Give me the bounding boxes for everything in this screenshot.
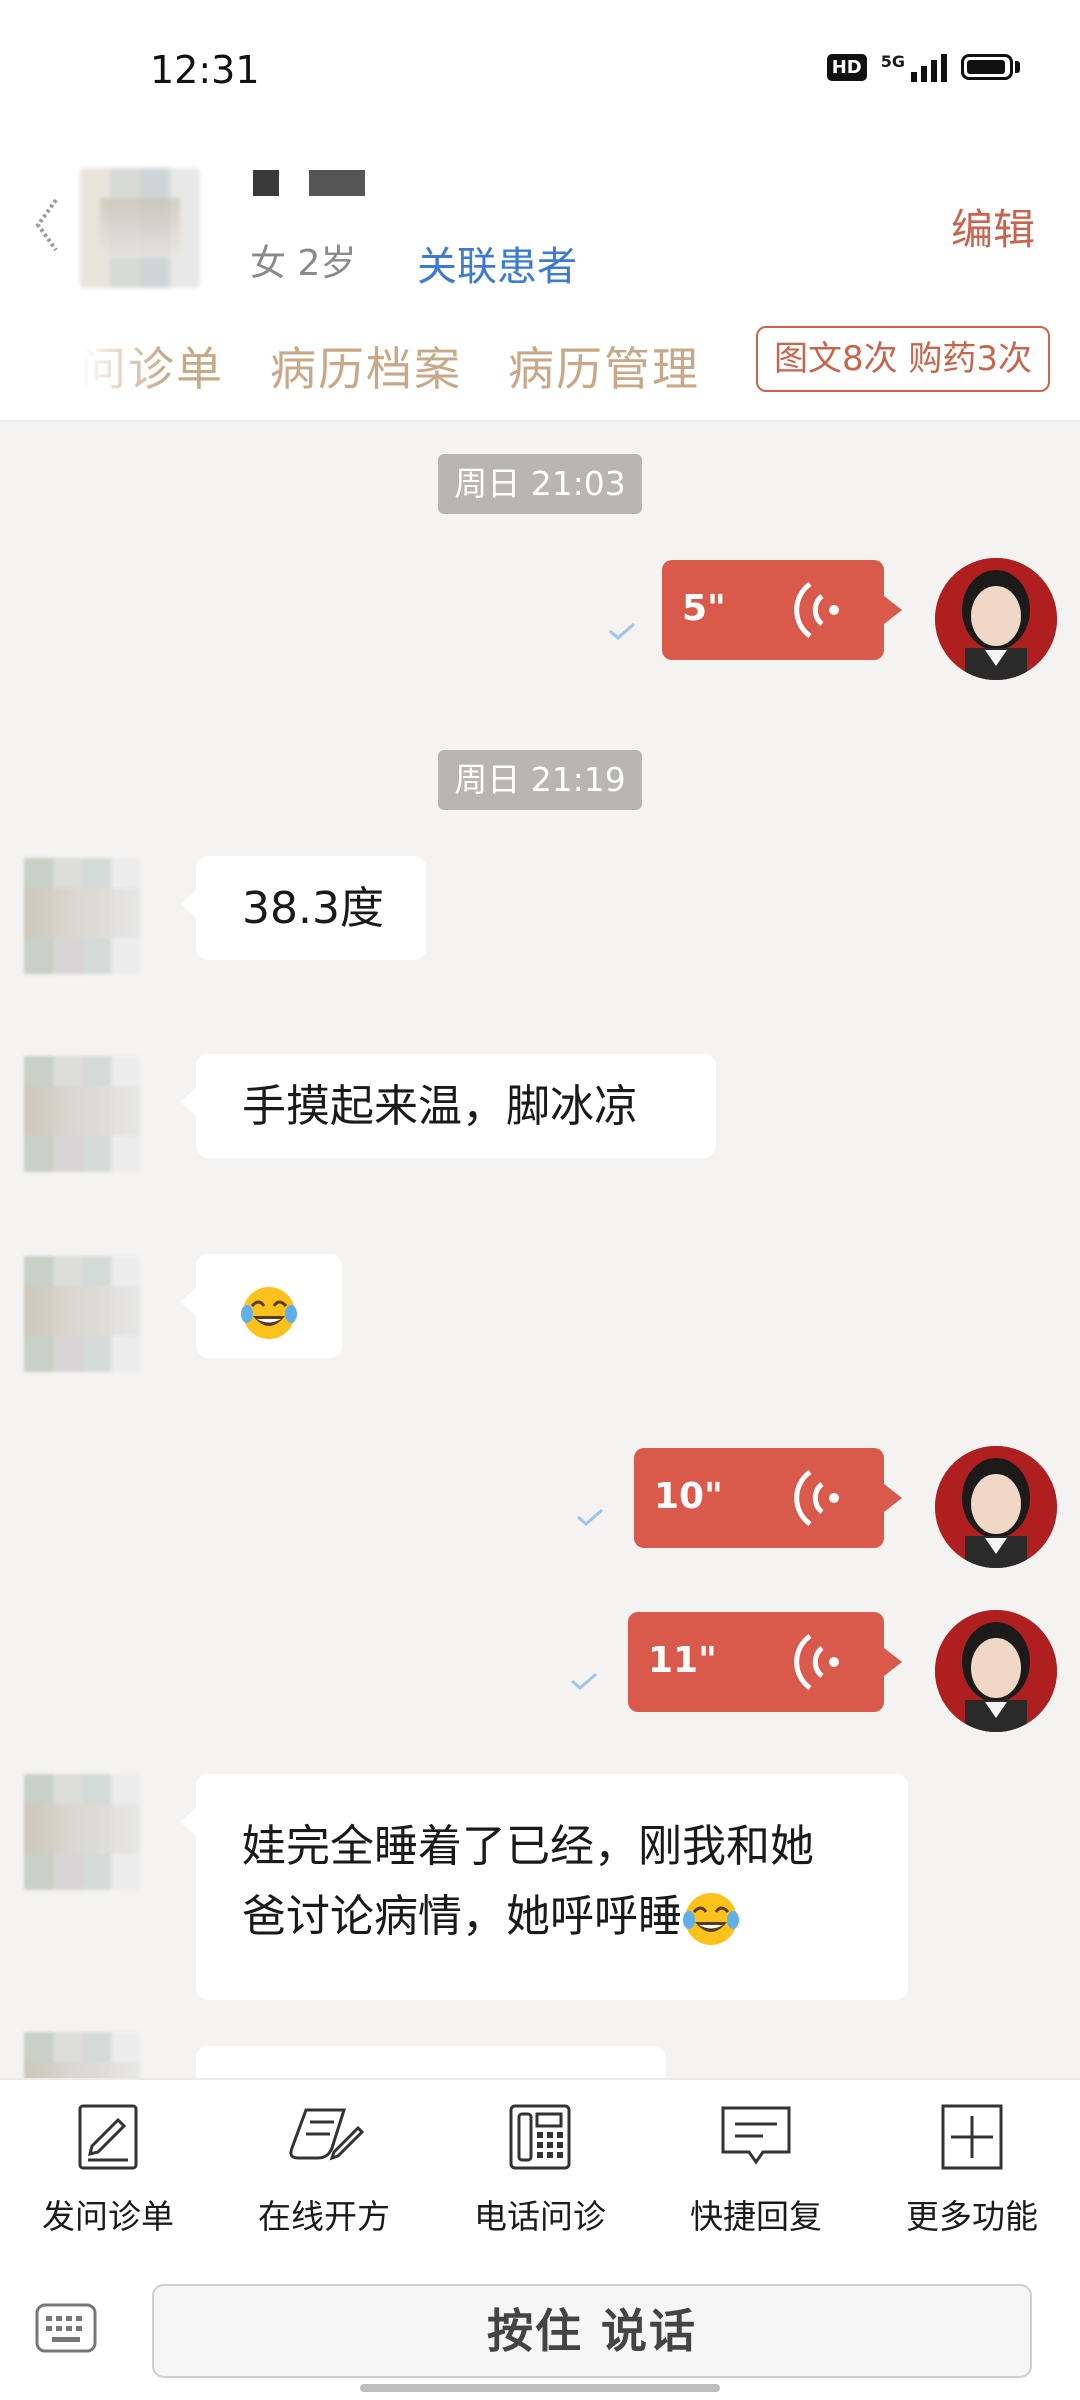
doctor-avatar[interactable] [935,558,1057,680]
message-text: 手摸起来温，脚冰凉 [242,1081,638,1132]
more-functions-button[interactable]: 更多功能 [882,2102,1062,2238]
hold-to-talk-button[interactable]: 按住 说话 [152,2284,1032,2378]
voice-duration: 11" [648,1640,717,1681]
phone-consult-button[interactable]: 电话问诊 [450,2102,630,2238]
quick-reply-button[interactable]: 快捷回复 [666,2102,846,2238]
patient-avatar[interactable] [24,1256,140,1372]
message-text-line-2: 爸讨论病情，她呼呼睡 [242,1882,908,1952]
time-divider: 周日 21:03 [438,454,642,514]
phone-icon [509,2104,571,2170]
patient-avatar[interactable] [80,168,200,288]
tool-label: 发问诊单 [42,2197,174,2236]
tab-consult-form[interactable]: 问诊单 [80,333,224,399]
network-label: 5G [880,52,905,71]
patient-info: 女 2岁 [250,243,357,284]
text-message[interactable]: 手摸起来温，脚冰凉 [180,1054,716,1158]
send-consult-form-button[interactable]: 发问诊单 [18,2102,198,2238]
voice-message[interactable]: 5" [662,560,902,660]
text-message[interactable]: 娃完全睡着了已经，刚我和她 爸讨论病情，她呼呼睡 [180,1774,908,2000]
status-time: 12:31 [150,48,260,92]
online-prescription-button[interactable]: 在线开方 [234,2102,414,2238]
doctor-avatar[interactable] [935,1610,1057,1732]
message-text-line-1: 娃完全睡着了已经，刚我和她 [242,1821,814,1872]
battery-tip [1015,61,1020,73]
text-message[interactable]: 38.3度 [180,856,426,960]
quick-reply-icon [721,2106,791,2165]
patient-avatar[interactable] [24,1774,140,1890]
doctor-photo [935,1610,1057,1732]
message-text: 38.3度 [242,883,384,934]
doctor-avatar[interactable] [935,1446,1057,1568]
patient-avatar[interactable] [24,2032,140,2078]
status-bar: 12:31 HD 5G [0,0,1080,130]
voice-duration: 5" [682,588,726,629]
service-quota-badge[interactable]: 图文8次 购药3次 [756,326,1050,392]
chat-area[interactable]: 周日 21:03 5" 周日 21:19 38.3度 手摸起来温，脚冰凉 10"… [0,422,1080,2078]
battery-icon [961,54,1013,80]
patient-avatar[interactable] [24,858,140,974]
status-icons: HD 5G [826,52,1020,82]
read-check-icon [577,1508,603,1526]
link-patient-button[interactable]: 关联患者 [417,234,577,292]
time-divider: 周日 21:19 [438,750,642,810]
prescription-icon [289,2108,364,2161]
patient-name-redacted [253,170,365,196]
tab-medical-archive[interactable]: 病历档案 [270,333,462,399]
signal-icon: 5G [881,52,947,82]
function-toolbar: 发问诊单 在线开方 电话问诊 快捷回复 更多功能 [0,2078,1080,2260]
read-check-icon [609,622,635,640]
form-edit-icon [78,2104,138,2170]
input-bar: 按住 说话 [0,2258,1080,2400]
doctor-photo [935,1446,1057,1568]
keyboard-icon[interactable] [34,2302,98,2354]
edit-button[interactable]: 编辑 [951,196,1035,257]
voice-duration: 10" [654,1476,723,1517]
tab-medical-management[interactable]: 病历管理 [508,333,700,399]
emoji-message[interactable] [180,1254,342,1358]
text-message-partial[interactable] [196,2046,666,2078]
tool-label: 在线开方 [258,2197,390,2236]
hd-icon: HD [826,53,867,81]
read-check-icon [571,1672,597,1690]
voice-message[interactable]: 11" [628,1612,902,1712]
plus-square-icon [941,2104,1003,2170]
tool-label: 电话问诊 [474,2197,606,2236]
voice-wave-icon [794,1633,839,1691]
voice-wave-icon [794,581,839,639]
tool-label: 快捷回复 [690,2197,822,2236]
message-text-line-2-text: 爸讨论病情，她呼呼睡 [242,1891,682,1942]
tears-of-joy-emoji-icon [683,1893,739,1945]
patient-avatar[interactable] [24,1056,140,1172]
doctor-photo [935,558,1057,680]
home-indicator [360,2384,720,2392]
back-icon[interactable] [30,190,70,260]
chat-header: 女 2岁 关联患者 编辑 问诊单 病历档案 病历管理 图文8次 购药3次 [0,130,1080,422]
voice-message[interactable]: 10" [634,1448,902,1548]
voice-wave-icon [794,1469,839,1527]
tool-label: 更多功能 [906,2197,1038,2236]
tears-of-joy-emoji-icon [241,1287,297,1339]
